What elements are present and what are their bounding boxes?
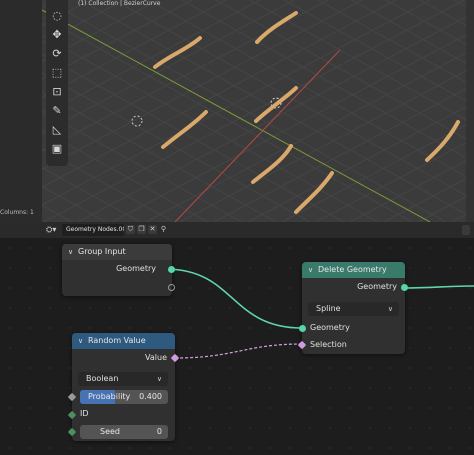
domain-dropdown[interactable]: Spline ∨ bbox=[308, 302, 399, 316]
seed-label: Seed bbox=[100, 427, 120, 436]
geometry-input-label: Geometry bbox=[310, 323, 350, 332]
chevron-down-icon: ∨ bbox=[156, 375, 162, 383]
node-tree-icon[interactable]: ⛭▾ bbox=[46, 225, 60, 235]
empty-output-socket[interactable] bbox=[168, 284, 175, 291]
move-icon[interactable]: ✥ bbox=[48, 27, 66, 43]
group-input-header[interactable]: ∨ Group Input bbox=[62, 244, 172, 260]
data-type-value: Boolean bbox=[86, 374, 119, 383]
domain-value: Spline bbox=[316, 304, 341, 313]
link-geometry-output bbox=[404, 285, 474, 289]
group-input-node[interactable]: ∨ Group Input Geometry bbox=[62, 244, 175, 296]
rotate-icon[interactable]: ⟳ bbox=[48, 46, 66, 62]
viewport-grid bbox=[0, 0, 474, 222]
geometry-output-label: Geometry bbox=[116, 264, 156, 273]
scale-icon[interactable]: ⬚ bbox=[48, 65, 66, 81]
viewport-info-text: (1) Collection | BezierCurve bbox=[78, 0, 161, 7]
node-editor-canvas[interactable]: ∨ Group Input Geometry ∨ Delete Geometry G… bbox=[0, 238, 474, 455]
probability-label: Probability bbox=[88, 392, 131, 401]
seed-value: 0 bbox=[156, 427, 162, 436]
chevron-down-icon: ∨ bbox=[387, 305, 393, 313]
link-geometry-to-delete bbox=[164, 268, 303, 329]
group-input-title: Group Input bbox=[78, 247, 126, 256]
selection-input-label: Selection bbox=[310, 340, 347, 349]
delete-geometry-title: Delete Geometry bbox=[318, 265, 387, 274]
geometry-output-label: Geometry bbox=[357, 282, 397, 291]
geometry-output-socket[interactable] bbox=[401, 284, 408, 291]
probability-value: 0.400 bbox=[139, 392, 162, 401]
select-circle-icon[interactable]: ◌ bbox=[48, 8, 66, 24]
tool-shelf: ◌ ✥ ⟳ ⬚ ⊡ ✎ ◺ ▣ bbox=[46, 0, 68, 166]
node-editor-header: ⛭▾ Geometry Nodes.001 ⛉ ❐ ✕ ⚲ bbox=[0, 222, 474, 238]
delete-geometry-node[interactable]: ∨ Delete Geometry Geometry Spline ∨ Geome… bbox=[297, 262, 408, 354]
probability-field[interactable]: Probability 0.400 bbox=[80, 390, 168, 404]
3d-viewport[interactable]: Columns: 1 ◌ ✥ ⟳ ⬚ ⊡ ✎ ◺ ▣ (1) Collection | Bez… bbox=[0, 0, 474, 222]
chevron-down-icon[interactable]: ∨ bbox=[308, 262, 318, 278]
chevron-down-icon[interactable]: ∨ bbox=[78, 333, 88, 349]
value-output-label: Value bbox=[145, 353, 167, 362]
shield-icon[interactable]: ⛉ bbox=[126, 225, 135, 234]
random-value-title: Random Value bbox=[88, 336, 146, 345]
measure-icon[interactable]: ◺ bbox=[48, 122, 66, 138]
data-type-dropdown[interactable]: Boolean ∨ bbox=[78, 372, 168, 386]
annotate-icon[interactable]: ✎ bbox=[48, 103, 66, 119]
geometry-output-socket[interactable] bbox=[168, 266, 175, 273]
link-random-to-selection bbox=[174, 343, 303, 359]
random-value-header[interactable]: ∨ Random Value bbox=[72, 333, 175, 349]
close-icon[interactable]: ✕ bbox=[148, 225, 157, 234]
viewport-scroll-edge bbox=[466, 0, 474, 222]
left-panel: Columns: 1 bbox=[0, 0, 42, 222]
seed-field[interactable]: Seed 0 bbox=[80, 425, 168, 439]
id-input-label: ID bbox=[80, 409, 89, 418]
delete-geometry-header[interactable]: ∨ Delete Geometry bbox=[302, 262, 405, 278]
chevron-down-icon[interactable]: ∨ bbox=[68, 244, 78, 260]
geometry-input-socket[interactable] bbox=[299, 325, 306, 332]
sidebar-toggle[interactable] bbox=[462, 225, 470, 235]
duplicate-icon[interactable]: ❐ bbox=[137, 225, 146, 234]
node-tree-name-field[interactable]: Geometry Nodes.001 bbox=[62, 224, 124, 236]
add-cube-icon[interactable]: ▣ bbox=[48, 141, 66, 157]
random-value-node[interactable]: ∨ Random Value Value Boolean ∨ Probabilit… bbox=[67, 333, 180, 441]
transform-icon[interactable]: ⊡ bbox=[48, 84, 66, 100]
columns-label: Columns: 1 bbox=[0, 209, 34, 216]
pin-icon[interactable]: ⚲ bbox=[159, 225, 168, 234]
